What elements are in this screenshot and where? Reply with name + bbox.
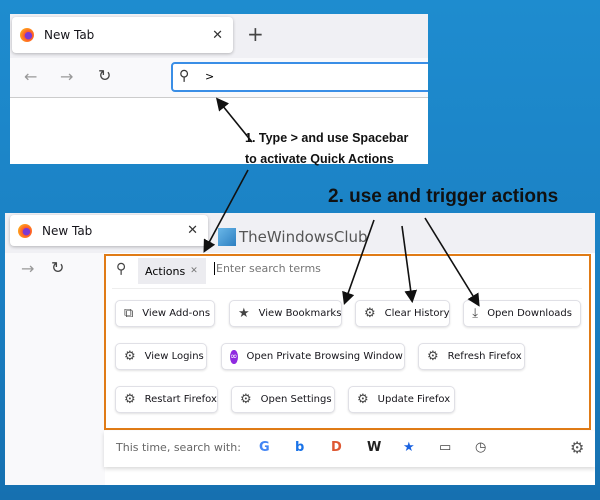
arrow-to-actions-chip	[203, 169, 249, 253]
arrow-to-clear-history	[401, 225, 418, 304]
arrow-to-urlbar	[215, 97, 253, 143]
arrow-to-bookmarks	[342, 219, 375, 306]
arrow-to-downloads	[424, 217, 480, 307]
annotation-arrows	[203, 97, 480, 307]
